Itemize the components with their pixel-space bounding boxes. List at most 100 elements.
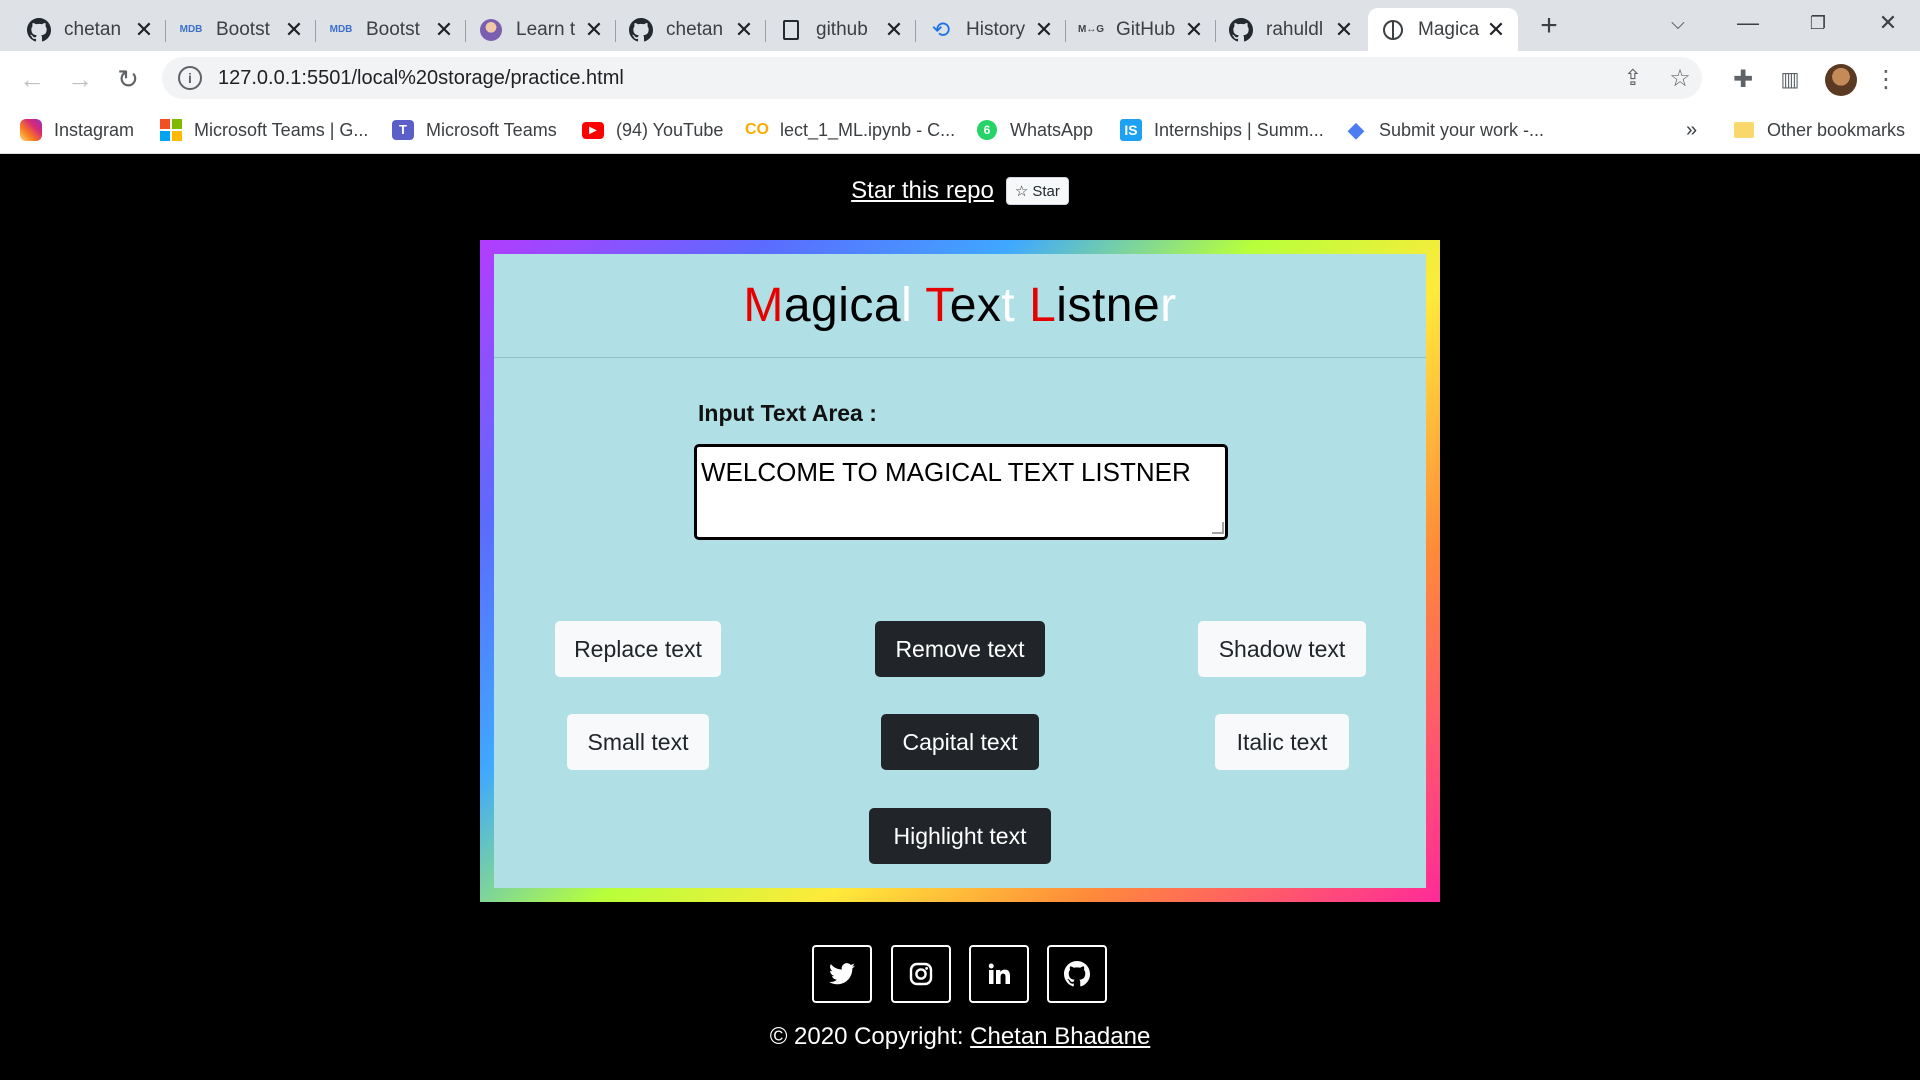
- colab-icon: CO: [745, 121, 769, 138]
- bookmark-label: lect_1_ML.ipynb - C...: [780, 119, 956, 140]
- bookmark-internships[interactable]: IS Internships | Summ...: [1120, 116, 1324, 144]
- github-icon: [26, 17, 52, 43]
- tab[interactable]: MDB Bootst ✕: [166, 8, 316, 51]
- tab-title: History: [966, 18, 1026, 40]
- capital-text-button[interactable]: Capital text: [881, 714, 1039, 770]
- bookmark-instagram[interactable]: Instagram: [20, 116, 134, 144]
- tab-title: chetan: [64, 18, 122, 40]
- tab-active[interactable]: Magica ✕: [1368, 8, 1518, 51]
- shadow-text-button[interactable]: Shadow text: [1198, 621, 1366, 677]
- close-icon[interactable]: ✕: [434, 17, 454, 43]
- italic-text-button[interactable]: Italic text: [1215, 714, 1349, 770]
- instagram-icon: [20, 119, 42, 141]
- back-button[interactable]: ←: [14, 61, 50, 97]
- card-header: Magical Text Listner: [494, 254, 1426, 358]
- tab[interactable]: chetan ✕: [616, 8, 766, 51]
- linkedin-button[interactable]: [969, 945, 1029, 1003]
- close-icon[interactable]: ✕: [1334, 17, 1354, 43]
- star-icon: ☆: [1014, 183, 1029, 200]
- side-panel-icon[interactable]: ▥: [1774, 63, 1806, 95]
- teams-icon: T: [392, 119, 414, 141]
- avatar-icon: [478, 17, 504, 43]
- page-title: Magical Text Listner: [743, 278, 1176, 333]
- github-button[interactable]: [1047, 945, 1107, 1003]
- title-part: T: [925, 279, 950, 332]
- instagram-icon: [909, 962, 933, 986]
- title-part: r: [1160, 279, 1177, 332]
- title-part: istne: [1056, 279, 1161, 332]
- tab-search-icon[interactable]: ⌵: [1650, 0, 1706, 46]
- tab[interactable]: rahuldl ✕: [1216, 8, 1366, 51]
- main-card: Magical Text Listner Input Text Area : R…: [494, 254, 1426, 888]
- text-input-area[interactable]: [694, 444, 1228, 540]
- history-icon: ⟲: [931, 16, 951, 42]
- resize-handle[interactable]: [1212, 522, 1224, 534]
- bookmark-star-icon[interactable]: ☆: [1667, 65, 1693, 92]
- bookmark-microsoft-teams-g[interactable]: Microsoft Teams | G...: [160, 116, 368, 144]
- small-text-button[interactable]: Small text: [567, 714, 709, 770]
- restore-button[interactable]: ❐: [1790, 0, 1846, 46]
- github-icon: [1064, 961, 1090, 987]
- bookmark-youtube[interactable]: ▶ (94) YouTube: [582, 116, 723, 144]
- reload-button[interactable]: ↻: [110, 61, 146, 97]
- share-icon[interactable]: ⇪: [1620, 65, 1646, 91]
- diamond-icon: ◆: [1347, 117, 1365, 142]
- close-icon[interactable]: ✕: [884, 17, 904, 43]
- close-window-button[interactable]: ✕: [1860, 0, 1916, 46]
- menu-icon[interactable]: ⋮: [1870, 63, 1902, 95]
- address-bar[interactable]: i 127.0.0.1:5501/local%20storage/practic…: [162, 57, 1702, 99]
- profile-avatar[interactable]: [1825, 64, 1857, 96]
- star-button-label: Star: [1032, 182, 1060, 200]
- bookmark-microsoft-teams[interactable]: T Microsoft Teams: [392, 116, 557, 144]
- tab-title: GitHub: [1116, 18, 1176, 40]
- twitter-icon: [829, 963, 855, 985]
- instagram-button[interactable]: [891, 945, 951, 1003]
- close-icon[interactable]: ✕: [134, 17, 154, 43]
- tab[interactable]: github ✕: [766, 8, 916, 51]
- bookmark-label: Microsoft Teams | G...: [194, 119, 369, 140]
- whatsapp-icon: 6: [976, 119, 998, 141]
- tab[interactable]: chetan ✕: [14, 8, 166, 51]
- page-content: Star this repo ☆ Star Magical Text Listn…: [0, 155, 1920, 1080]
- other-bookmarks[interactable]: Other bookmarks: [1733, 116, 1905, 144]
- gradient-border-frame: Magical Text Listner Input Text Area : R…: [480, 240, 1440, 902]
- microsoft-icon: [160, 119, 182, 141]
- star-repo-link[interactable]: Star this repo: [851, 177, 994, 205]
- info-icon[interactable]: i: [178, 66, 202, 90]
- mg-icon: M↔G: [1077, 24, 1105, 35]
- minimize-button[interactable]: —: [1720, 0, 1776, 46]
- bookmarks-overflow-button[interactable]: »: [1686, 116, 1697, 144]
- bookmark-colab[interactable]: CO lect_1_ML.ipynb - C...: [745, 116, 956, 144]
- tab[interactable]: ⟲ History ✕: [916, 8, 1066, 51]
- new-tab-button[interactable]: +: [1533, 8, 1565, 44]
- tab-title: chetan: [666, 18, 724, 40]
- input-label: Input Text Area :: [698, 400, 877, 426]
- highlight-text-button[interactable]: Highlight text: [869, 808, 1051, 864]
- tab[interactable]: Learn t ✕: [466, 8, 616, 51]
- close-icon[interactable]: ✕: [1034, 17, 1054, 43]
- youtube-icon: ▶: [582, 119, 604, 141]
- title-part: l: [901, 279, 926, 332]
- title-part: ex: [949, 279, 1002, 332]
- tab-bar: chetan ✕ MDB Bootst ✕ MDB Bootst ✕ Learn…: [0, 0, 1920, 51]
- replace-text-button[interactable]: Replace text: [555, 621, 721, 677]
- tab[interactable]: M↔G GitHub ✕: [1066, 8, 1216, 51]
- close-icon[interactable]: ✕: [1486, 17, 1506, 43]
- close-icon[interactable]: ✕: [734, 17, 754, 43]
- bookmark-whatsapp[interactable]: 6 WhatsApp: [976, 116, 1093, 144]
- close-icon[interactable]: ✕: [1184, 17, 1204, 43]
- close-icon[interactable]: ✕: [584, 17, 604, 43]
- star-button[interactable]: ☆ Star: [1005, 177, 1069, 205]
- tab[interactable]: MDB Bootst ✕: [316, 8, 466, 51]
- extensions-icon[interactable]: ✚: [1727, 63, 1759, 95]
- other-bookmarks-label: Other bookmarks: [1767, 119, 1906, 140]
- globe-icon: [1380, 17, 1406, 43]
- twitter-button[interactable]: [812, 945, 872, 1003]
- author-link[interactable]: Chetan Bhadane: [970, 1023, 1150, 1050]
- bookmark-submit-work[interactable]: ◆ Submit your work -...: [1345, 116, 1545, 144]
- remove-text-button[interactable]: Remove text: [875, 621, 1045, 677]
- close-icon[interactable]: ✕: [284, 17, 304, 43]
- forward-button[interactable]: →: [62, 61, 98, 97]
- footer: © 2020 Copyright: Chetan Bhadane: [0, 1023, 1920, 1051]
- title-part: M: [743, 279, 784, 332]
